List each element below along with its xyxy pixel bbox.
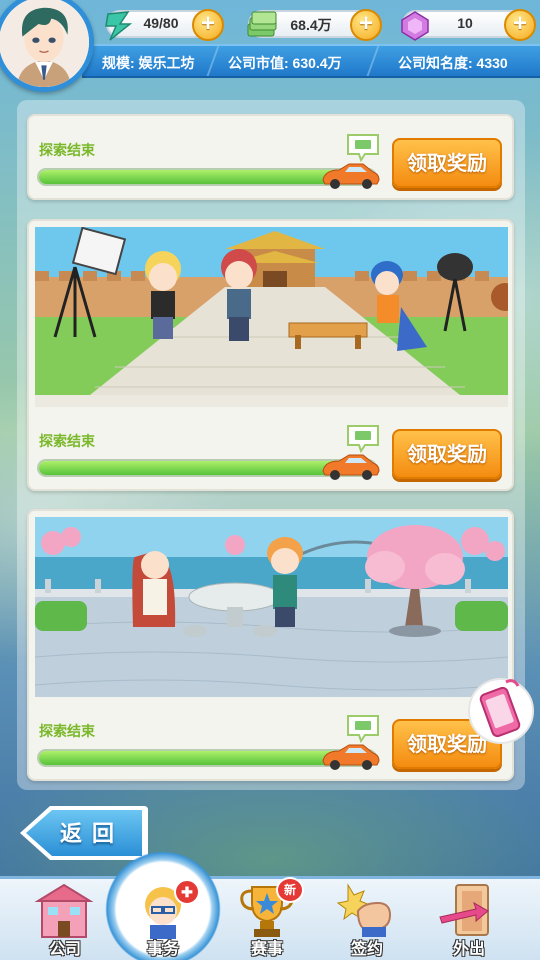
door-arrow-icon — [439, 884, 489, 936]
nav-item-contract[interactable]: 签约 — [322, 879, 412, 960]
divider — [366, 46, 388, 76]
exploration-card: 探索结束 领取奖励 — [27, 219, 514, 491]
company-popularity: 公司知名度: 4330 — [398, 55, 508, 71]
company-building-icon — [34, 883, 94, 938]
exploration-card: 探索结束 领取奖励 — [27, 509, 514, 781]
nav-label: 赛事 — [250, 939, 283, 958]
gift-badge-icon: ✚ — [174, 879, 200, 905]
energy-counter: 49/80 + — [105, 9, 224, 41]
cash-reward-icon — [347, 425, 379, 453]
lakeside-garden-scene — [35, 517, 508, 697]
divider — [206, 46, 228, 76]
nav-item-company[interactable]: 公司 — [20, 879, 110, 960]
nav-item-affairs[interactable]: ✚ 事务 — [118, 879, 208, 960]
gem-counter: 10 + — [401, 9, 536, 41]
exploration-status: 探索结束 — [39, 433, 95, 449]
film-set-scene — [35, 227, 508, 407]
nav-label: 事务 — [146, 939, 179, 958]
nav-label: 外出 — [452, 939, 485, 958]
nav-item-events[interactable]: 新 赛事 — [222, 877, 312, 960]
contract-fist-icon — [336, 883, 392, 937]
nav-label: 公司 — [48, 939, 81, 958]
add-energy-button[interactable]: + — [192, 9, 224, 41]
player-avatar[interactable] — [0, 0, 94, 92]
character-longhair — [132, 551, 176, 627]
orange-car-icon — [322, 454, 380, 480]
orange-car-icon — [322, 163, 380, 189]
back-button[interactable]: 返回 — [16, 802, 150, 864]
back-button-label: 返回 — [60, 822, 125, 847]
nav-item-go-out[interactable]: 外出 — [424, 879, 514, 960]
nav-label: 签约 — [350, 939, 383, 958]
exploration-card: 探索结束 领取奖励 — [27, 114, 514, 200]
company-info-bar: 规模: 娱乐工坊 公司市值: 630.4万 公司知名度: 4330 — [82, 44, 540, 78]
top-hud: 规模: 娱乐工坊 公司市值: 630.4万 公司知名度: 4330 49/80 … — [0, 0, 540, 92]
exploration-status: 探索结束 — [39, 142, 95, 158]
company-scale: 规模: 娱乐工坊 — [102, 55, 195, 71]
orange-car-icon — [322, 744, 380, 770]
claim-reward-button[interactable]: 领取奖励 — [392, 429, 502, 479]
cash-reward-icon — [347, 134, 379, 162]
add-gems-button[interactable]: + — [504, 9, 536, 41]
cash-counter: 68.4万 + — [247, 9, 382, 41]
company-market-value: 公司市值: 630.4万 — [228, 55, 342, 71]
bottom-nav: 公司 ✚ 事务 新 赛事 签约 外出 — [0, 849, 540, 960]
exploration-status: 探索结束 — [39, 723, 95, 739]
claim-reward-button[interactable]: 领取奖励 — [392, 138, 502, 188]
new-badge: 新 — [276, 877, 304, 903]
phone-shortcut-icon[interactable] — [466, 676, 536, 746]
cash-reward-icon — [347, 715, 379, 743]
add-cash-button[interactable]: + — [350, 9, 382, 41]
